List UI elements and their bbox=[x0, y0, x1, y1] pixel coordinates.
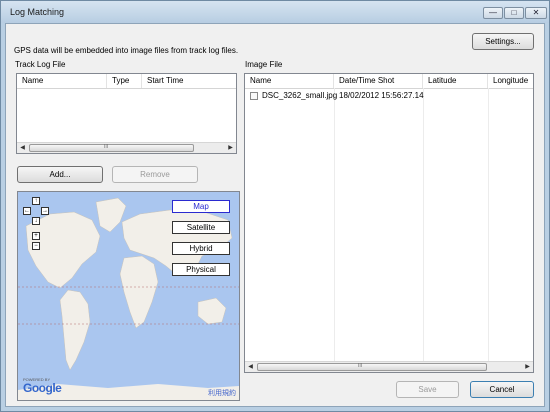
grip-icon: III bbox=[358, 363, 363, 369]
add-button[interactable]: Add... bbox=[17, 166, 103, 183]
track-log-header: Name Type Start Time bbox=[17, 74, 236, 89]
map-type-satellite[interactable]: Satellite bbox=[172, 221, 230, 234]
map-type-hybrid[interactable]: Hybrid bbox=[172, 242, 230, 255]
terms-link[interactable]: 利用規約 bbox=[208, 388, 236, 398]
track-log-label: Track Log File bbox=[15, 60, 66, 69]
scroll-right-icon[interactable]: ▶ bbox=[226, 144, 235, 152]
zoom-in-icon[interactable]: + bbox=[32, 232, 40, 240]
remove-button[interactable]: Remove bbox=[112, 166, 198, 183]
column-header-name[interactable]: Name bbox=[245, 74, 334, 88]
column-header-type[interactable]: Type bbox=[107, 74, 142, 88]
image-file-hscrollbar[interactable]: ◀ III ▶ bbox=[245, 361, 533, 372]
scroll-right-icon[interactable]: ▶ bbox=[523, 363, 532, 371]
pan-up-icon[interactable]: ↑ bbox=[32, 197, 40, 205]
log-matching-window: Log Matching — □ ✕ GPS data will be embe… bbox=[0, 0, 550, 412]
row-checkbox[interactable] bbox=[250, 92, 258, 100]
info-text: GPS data will be embedded into image fil… bbox=[14, 46, 239, 55]
scroll-left-icon[interactable]: ◀ bbox=[18, 144, 27, 152]
grip-icon: III bbox=[104, 144, 109, 150]
column-divider bbox=[488, 88, 489, 362]
scroll-thumb[interactable]: III bbox=[29, 144, 194, 152]
column-header-datetime[interactable]: Date/Time Shot bbox=[334, 74, 423, 88]
close-button[interactable]: ✕ bbox=[525, 7, 547, 19]
column-divider bbox=[423, 88, 424, 362]
scroll-left-icon[interactable]: ◀ bbox=[246, 363, 255, 371]
track-log-list[interactable]: Name Type Start Time ◀ III ▶ bbox=[16, 73, 237, 154]
window-title: Log Matching bbox=[10, 7, 65, 17]
cancel-button[interactable]: Cancel bbox=[470, 381, 534, 398]
image-datetime: 18/02/2012 15:56:27.14 bbox=[339, 91, 424, 100]
table-row[interactable]: DSC_3262_small.jpg 18/02/2012 15:56:27.1… bbox=[245, 90, 533, 103]
save-button[interactable]: Save bbox=[396, 381, 459, 398]
minimize-button[interactable]: — bbox=[483, 7, 503, 19]
column-header-start-time[interactable]: Start Time bbox=[142, 74, 236, 88]
google-logo: Google bbox=[23, 381, 62, 395]
image-name: DSC_3262_small.jpg bbox=[262, 91, 338, 100]
column-header-latitude[interactable]: Latitude bbox=[423, 74, 488, 88]
dialog-body: GPS data will be embedded into image fil… bbox=[5, 23, 545, 407]
scroll-thumb[interactable]: III bbox=[257, 363, 487, 371]
column-header-name[interactable]: Name bbox=[17, 74, 107, 88]
settings-button[interactable]: Settings... bbox=[472, 33, 534, 50]
title-bar[interactable]: Log Matching — □ ✕ bbox=[1, 1, 549, 23]
pan-down-icon[interactable]: ↓ bbox=[32, 217, 40, 225]
map-type-physical[interactable]: Physical bbox=[172, 263, 230, 276]
pan-right-icon[interactable]: → bbox=[41, 207, 49, 215]
image-file-list[interactable]: Name Date/Time Shot Latitude Longitude D… bbox=[244, 73, 534, 373]
column-header-longitude[interactable]: Longitude bbox=[488, 74, 533, 88]
map-view[interactable]: ↑ ← → ↓ + − Map Satellite Hybrid Physica… bbox=[17, 191, 240, 401]
image-file-header: Name Date/Time Shot Latitude Longitude bbox=[245, 74, 533, 89]
pan-left-icon[interactable]: ← bbox=[23, 207, 31, 215]
track-log-hscrollbar[interactable]: ◀ III ▶ bbox=[17, 142, 236, 153]
image-file-label: Image File bbox=[245, 60, 283, 69]
column-divider bbox=[334, 88, 335, 362]
maximize-button[interactable]: □ bbox=[504, 7, 524, 19]
map-type-map[interactable]: Map bbox=[172, 200, 230, 213]
zoom-out-icon[interactable]: − bbox=[32, 242, 40, 250]
